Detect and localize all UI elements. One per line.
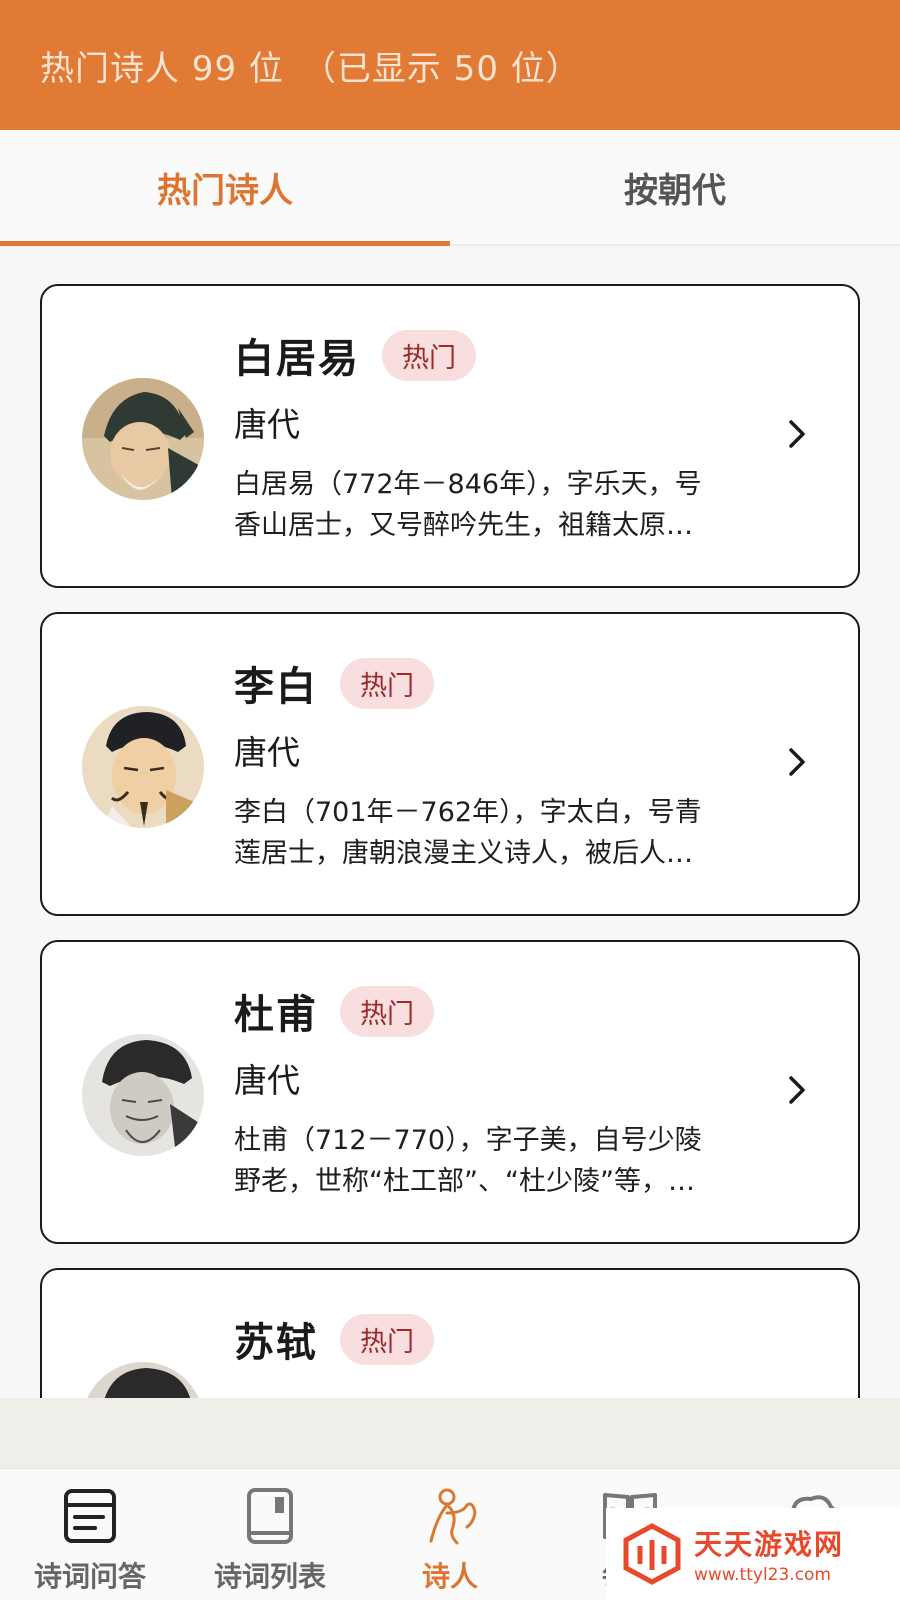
tab-bar: 热门诗人 按朝代 (0, 130, 900, 246)
hot-badge: 热门 (340, 985, 434, 1037)
watermark-name: 天天游戏网 (694, 1528, 845, 1561)
page-title: 热门诗人 99 位 （已显示 50 位） (40, 48, 581, 89)
poet-card-su-shi[interactable]: 苏轼 热门 (40, 1268, 860, 1398)
chevron-right-icon[interactable] (782, 414, 812, 454)
poet-dynasty: 唐代 (234, 405, 300, 444)
poet-card-bai-juyi[interactable]: 白居易 热门 唐代 白居易（772年－846年），字乐天，号 香山居士，又号醉吟… (40, 284, 860, 588)
chevron-right-icon[interactable] (782, 742, 812, 782)
watermark: 天天游戏网 www.ttyl23.com (606, 1508, 900, 1600)
poet-figure-icon (429, 1488, 477, 1545)
watermark-text: 天天游戏网 www.ttyl23.com (694, 1523, 844, 1585)
hot-badge: 热门 (340, 1313, 434, 1365)
name-row: 白居易 热门 (234, 326, 476, 384)
name-row: 苏轼 热门 (234, 1310, 434, 1368)
nav-label: 诗人 (421, 1560, 478, 1593)
watermark-url: www.ttyl23.com (694, 1565, 832, 1585)
poet-name: 杜甫 (234, 992, 318, 1038)
poet-description: 白居易（772年－846年），字乐天，号 香山居士，又号醉吟先生，祖籍太原… (234, 464, 754, 546)
poet-name: 李白 (234, 664, 318, 710)
tab-hot-poets[interactable]: 热门诗人 (0, 130, 450, 246)
poet-avatar (82, 1034, 204, 1156)
poet-avatar (82, 1362, 204, 1398)
poet-avatar (82, 706, 204, 828)
poet-description: 李白（701年－762年），字太白，号青 莲居士，唐朝浪漫主义诗人，被后人… (234, 792, 754, 874)
description-line-1: 白居易（772年－846年），字乐天，号 (234, 469, 702, 500)
poet-description: 杜甫（712－770），字子美，自号少陵 野老，世称“杜工部”、“杜少陵”等，… (234, 1120, 754, 1202)
description-line-1: 李白（701年－762年），字太白，号青 (234, 797, 702, 828)
top-header: 热门诗人 99 位 （已显示 50 位） (0, 0, 900, 130)
description-line-2: 香山居士，又号醉吟先生，祖籍太原… (234, 510, 693, 541)
tab-by-dynasty[interactable]: 按朝代 (450, 130, 900, 244)
book-icon (247, 1488, 293, 1544)
nav-item-poets[interactable]: 诗人 (360, 1469, 540, 1600)
poet-name: 苏轼 (234, 1320, 318, 1366)
qa-card-icon (64, 1489, 116, 1543)
poet-name: 白居易 (234, 336, 360, 382)
nav-item-qa[interactable]: 诗词问答 (0, 1469, 180, 1600)
hot-badge: 热门 (340, 657, 434, 709)
watermark-logo-icon (623, 1523, 681, 1585)
name-row: 李白 热门 (234, 654, 434, 712)
description-line-2: 野老，世称“杜工部”、“杜少陵”等，… (234, 1166, 695, 1197)
poet-card-li-bai[interactable]: 李白 热门 唐代 李白（701年－762年），字太白，号青 莲居士，唐朝浪漫主义… (40, 612, 860, 916)
hot-badge: 热门 (382, 329, 476, 381)
poet-dynasty: 唐代 (234, 733, 300, 772)
poet-card-du-fu[interactable]: 杜甫 热门 唐代 杜甫（712－770），字子美，自号少陵 野老，世称“杜工部”… (40, 940, 860, 1244)
poet-dynasty: 唐代 (234, 1061, 300, 1100)
poet-avatar (82, 378, 204, 500)
description-line-2: 莲居士，唐朝浪漫主义诗人，被后人… (234, 838, 693, 869)
nav-label: 诗词列表 (213, 1560, 326, 1593)
overlay-strip (0, 1398, 900, 1468)
nav-item-poem-list[interactable]: 诗词列表 (180, 1469, 360, 1600)
poet-list[interactable]: 白居易 热门 唐代 白居易（772年－846年），字乐天，号 香山居士，又号醉吟… (0, 248, 900, 1398)
name-row: 杜甫 热门 (234, 982, 434, 1040)
nav-label: 诗词问答 (33, 1560, 146, 1593)
chevron-right-icon[interactable] (782, 1070, 812, 1110)
description-line-1: 杜甫（712－770），字子美，自号少陵 (234, 1125, 702, 1156)
